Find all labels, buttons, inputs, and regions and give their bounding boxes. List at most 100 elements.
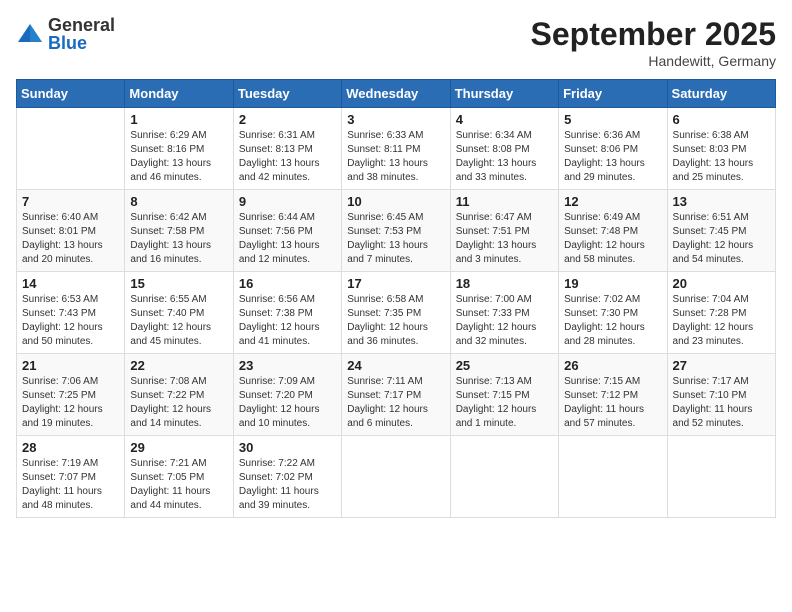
- day-header-wednesday: Wednesday: [342, 80, 450, 108]
- logo-blue: Blue: [48, 34, 115, 52]
- calendar-cell: 14 Sunrise: 6:53 AM Sunset: 7:43 PM Dayli…: [17, 272, 125, 354]
- day-number: 18: [456, 276, 553, 291]
- day-number: 25: [456, 358, 553, 373]
- day-number: 8: [130, 194, 227, 209]
- day-info: Sunrise: 7:17 AM Sunset: 7:10 PM Dayligh…: [673, 375, 770, 431]
- location: Handewitt, Germany: [531, 53, 776, 69]
- day-info: Sunrise: 7:09 AM Sunset: 7:20 PM Dayligh…: [239, 375, 336, 431]
- day-header-monday: Monday: [125, 80, 233, 108]
- day-number: 4: [456, 112, 553, 127]
- day-number: 6: [673, 112, 770, 127]
- day-number: 14: [22, 276, 119, 291]
- day-number: 7: [22, 194, 119, 209]
- day-info: Sunrise: 7:22 AM Sunset: 7:02 PM Dayligh…: [239, 457, 336, 513]
- day-info: Sunrise: 7:13 AM Sunset: 7:15 PM Dayligh…: [456, 375, 553, 431]
- day-number: 20: [673, 276, 770, 291]
- title-block: September 2025 Handewitt, Germany: [531, 16, 776, 69]
- day-number: 27: [673, 358, 770, 373]
- day-number: 1: [130, 112, 227, 127]
- day-info: Sunrise: 6:47 AM Sunset: 7:51 PM Dayligh…: [456, 211, 553, 267]
- day-info: Sunrise: 7:02 AM Sunset: 7:30 PM Dayligh…: [564, 293, 661, 349]
- calendar-cell: 1 Sunrise: 6:29 AM Sunset: 8:16 PM Daylig…: [125, 108, 233, 190]
- calendar-cell: 22 Sunrise: 7:08 AM Sunset: 7:22 PM Dayli…: [125, 354, 233, 436]
- calendar-week-row: 7 Sunrise: 6:40 AM Sunset: 8:01 PM Daylig…: [17, 190, 776, 272]
- calendar-header-row: SundayMondayTuesdayWednesdayThursdayFrid…: [17, 80, 776, 108]
- calendar-cell: 26Sunrise: 7:15 AM Sunset: 7:12 PM Dayli…: [559, 354, 667, 436]
- calendar-cell: 8 Sunrise: 6:42 AM Sunset: 7:58 PM Daylig…: [125, 190, 233, 272]
- calendar-week-row: 1 Sunrise: 6:29 AM Sunset: 8:16 PM Daylig…: [17, 108, 776, 190]
- calendar-cell: 24 Sunrise: 7:11 AM Sunset: 7:17 PM Dayli…: [342, 354, 450, 436]
- calendar-cell: 19 Sunrise: 7:02 AM Sunset: 7:30 PM Dayli…: [559, 272, 667, 354]
- day-info: Sunrise: 7:00 AM Sunset: 7:33 PM Dayligh…: [456, 293, 553, 349]
- day-info: Sunrise: 6:36 AM Sunset: 8:06 PM Dayligh…: [564, 129, 661, 185]
- calendar-cell: 28 Sunrise: 7:19 AM Sunset: 7:07 PM Dayli…: [17, 436, 125, 518]
- day-number: 22: [130, 358, 227, 373]
- day-number: 21: [22, 358, 119, 373]
- calendar-cell: 29Sunrise: 7:21 AM Sunset: 7:05 PM Dayli…: [125, 436, 233, 518]
- day-number: 10: [347, 194, 444, 209]
- day-info: Sunrise: 6:29 AM Sunset: 8:16 PM Dayligh…: [130, 129, 227, 185]
- calendar-cell: 2 Sunrise: 6:31 AM Sunset: 8:13 PM Daylig…: [233, 108, 341, 190]
- calendar-cell: 6 Sunrise: 6:38 AM Sunset: 8:03 PM Daylig…: [667, 108, 775, 190]
- day-header-friday: Friday: [559, 80, 667, 108]
- calendar-cell: 5 Sunrise: 6:36 AM Sunset: 8:06 PM Daylig…: [559, 108, 667, 190]
- calendar-week-row: 14 Sunrise: 6:53 AM Sunset: 7:43 PM Dayli…: [17, 272, 776, 354]
- day-number: 5: [564, 112, 661, 127]
- page-header: General Blue September 2025 Handewitt, G…: [16, 16, 776, 69]
- day-number: 26: [564, 358, 661, 373]
- calendar-week-row: 21Sunrise: 7:06 AM Sunset: 7:25 PM Dayli…: [17, 354, 776, 436]
- day-number: 17: [347, 276, 444, 291]
- month-title: September 2025: [531, 16, 776, 53]
- calendar-cell: [342, 436, 450, 518]
- calendar-cell: 7 Sunrise: 6:40 AM Sunset: 8:01 PM Daylig…: [17, 190, 125, 272]
- day-info: Sunrise: 6:55 AM Sunset: 7:40 PM Dayligh…: [130, 293, 227, 349]
- day-number: 19: [564, 276, 661, 291]
- calendar-cell: 3Sunrise: 6:33 AM Sunset: 8:11 PM Daylig…: [342, 108, 450, 190]
- calendar-cell: 20 Sunrise: 7:04 AM Sunset: 7:28 PM Dayli…: [667, 272, 775, 354]
- logo-text: General Blue: [48, 16, 115, 52]
- day-number: 28: [22, 440, 119, 455]
- logo: General Blue: [16, 16, 115, 52]
- day-info: Sunrise: 6:34 AM Sunset: 8:08 PM Dayligh…: [456, 129, 553, 185]
- day-info: Sunrise: 7:11 AM Sunset: 7:17 PM Dayligh…: [347, 375, 444, 431]
- day-info: Sunrise: 6:49 AM Sunset: 7:48 PM Dayligh…: [564, 211, 661, 267]
- day-info: Sunrise: 7:08 AM Sunset: 7:22 PM Dayligh…: [130, 375, 227, 431]
- calendar-cell: 27 Sunrise: 7:17 AM Sunset: 7:10 PM Dayli…: [667, 354, 775, 436]
- day-info: Sunrise: 6:40 AM Sunset: 8:01 PM Dayligh…: [22, 211, 119, 267]
- day-header-tuesday: Tuesday: [233, 80, 341, 108]
- day-info: Sunrise: 6:38 AM Sunset: 8:03 PM Dayligh…: [673, 129, 770, 185]
- logo-general: General: [48, 16, 115, 34]
- day-number: 30: [239, 440, 336, 455]
- day-info: Sunrise: 6:53 AM Sunset: 7:43 PM Dayligh…: [22, 293, 119, 349]
- calendar-cell: [450, 436, 558, 518]
- calendar-cell: [17, 108, 125, 190]
- day-info: Sunrise: 7:04 AM Sunset: 7:28 PM Dayligh…: [673, 293, 770, 349]
- calendar-cell: 11 Sunrise: 6:47 AM Sunset: 7:51 PM Dayli…: [450, 190, 558, 272]
- day-header-thursday: Thursday: [450, 80, 558, 108]
- day-info: Sunrise: 6:31 AM Sunset: 8:13 PM Dayligh…: [239, 129, 336, 185]
- logo-icon: [16, 20, 44, 48]
- calendar-cell: 13Sunrise: 6:51 AM Sunset: 7:45 PM Dayli…: [667, 190, 775, 272]
- day-info: Sunrise: 6:42 AM Sunset: 7:58 PM Dayligh…: [130, 211, 227, 267]
- day-number: 9: [239, 194, 336, 209]
- day-number: 23: [239, 358, 336, 373]
- calendar-cell: 9 Sunrise: 6:44 AM Sunset: 7:56 PM Daylig…: [233, 190, 341, 272]
- day-number: 16: [239, 276, 336, 291]
- calendar-cell: 15Sunrise: 6:55 AM Sunset: 7:40 PM Dayli…: [125, 272, 233, 354]
- calendar-cell: 30 Sunrise: 7:22 AM Sunset: 7:02 PM Dayli…: [233, 436, 341, 518]
- day-number: 2: [239, 112, 336, 127]
- day-info: Sunrise: 6:58 AM Sunset: 7:35 PM Dayligh…: [347, 293, 444, 349]
- calendar-cell: 21Sunrise: 7:06 AM Sunset: 7:25 PM Dayli…: [17, 354, 125, 436]
- day-info: Sunrise: 6:56 AM Sunset: 7:38 PM Dayligh…: [239, 293, 336, 349]
- calendar-cell: 12Sunrise: 6:49 AM Sunset: 7:48 PM Dayli…: [559, 190, 667, 272]
- day-number: 11: [456, 194, 553, 209]
- calendar-cell: 4 Sunrise: 6:34 AM Sunset: 8:08 PM Daylig…: [450, 108, 558, 190]
- calendar-cell: 25 Sunrise: 7:13 AM Sunset: 7:15 PM Dayli…: [450, 354, 558, 436]
- calendar-week-row: 28 Sunrise: 7:19 AM Sunset: 7:07 PM Dayli…: [17, 436, 776, 518]
- day-info: Sunrise: 7:21 AM Sunset: 7:05 PM Dayligh…: [130, 457, 227, 513]
- day-info: Sunrise: 6:44 AM Sunset: 7:56 PM Dayligh…: [239, 211, 336, 267]
- day-info: Sunrise: 7:19 AM Sunset: 7:07 PM Dayligh…: [22, 457, 119, 513]
- day-info: Sunrise: 6:45 AM Sunset: 7:53 PM Dayligh…: [347, 211, 444, 267]
- day-number: 24: [347, 358, 444, 373]
- calendar-cell: 17 Sunrise: 6:58 AM Sunset: 7:35 PM Dayli…: [342, 272, 450, 354]
